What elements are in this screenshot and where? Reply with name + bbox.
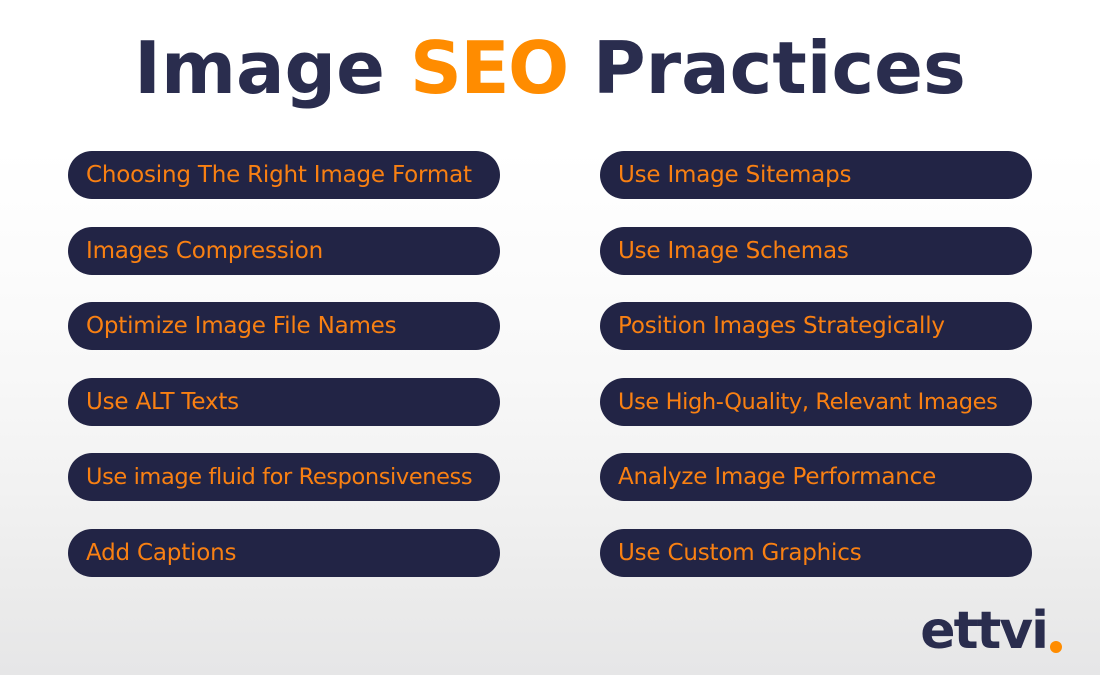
practice-item-label: Use image fluid for Responsiveness xyxy=(86,464,473,490)
practice-item-use-image-sitemaps[interactable]: Use Image Sitemaps xyxy=(600,151,1032,199)
practice-item-label: Use ALT Texts xyxy=(86,389,239,415)
practice-item-choosing-the-right-image-format[interactable]: Choosing The Right Image Format xyxy=(68,151,500,199)
practice-item-label: Images Compression xyxy=(86,238,323,264)
practice-item-analyze-image-performance[interactable]: Analyze Image Performance xyxy=(600,453,1032,501)
infographic-poster: Image SEO Practices Choosing The Right I… xyxy=(0,0,1100,675)
practice-item-label: Choosing The Right Image Format xyxy=(86,162,472,188)
practice-item-label: Use Image Sitemaps xyxy=(618,162,852,188)
page-title: Image SEO Practices xyxy=(0,24,1100,112)
practices-column-left: Choosing The Right Image Format Images C… xyxy=(68,151,500,581)
page-title-part-two: Practices xyxy=(567,26,966,110)
practice-item-add-captions[interactable]: Add Captions xyxy=(68,529,500,577)
practice-item-images-compression[interactable]: Images Compression xyxy=(68,227,500,275)
page-title-part-one: Image xyxy=(134,26,410,110)
practices-column-right: Use Image Sitemaps Use Image Schemas Pos… xyxy=(600,151,1032,581)
practice-item-label: Use High-Quality, Relevant Images xyxy=(618,389,998,415)
practice-item-position-images-strategically[interactable]: Position Images Strategically xyxy=(600,302,1032,350)
brand-logo-text: ettvi xyxy=(920,601,1049,661)
practice-item-use-image-fluid-for-responsiveness[interactable]: Use image fluid for Responsiveness xyxy=(68,453,500,501)
practice-item-use-alt-texts[interactable]: Use ALT Texts xyxy=(68,378,500,426)
brand-logo-dot-icon xyxy=(1050,641,1062,653)
practice-item-label: Add Captions xyxy=(86,540,237,566)
practice-item-use-high-quality-relevant-images[interactable]: Use High-Quality, Relevant Images xyxy=(600,378,1032,426)
practice-item-label: Analyze Image Performance xyxy=(618,464,937,490)
practice-item-label: Use Custom Graphics xyxy=(618,540,862,566)
page-title-text: Image SEO Practices xyxy=(0,24,1100,112)
practice-item-optimize-image-file-names[interactable]: Optimize Image File Names xyxy=(68,302,500,350)
practice-item-label: Optimize Image File Names xyxy=(86,313,397,339)
practice-item-label: Position Images Strategically xyxy=(618,313,945,339)
brand-logo[interactable]: ettvi xyxy=(920,605,1062,657)
practice-item-use-image-schemas[interactable]: Use Image Schemas xyxy=(600,227,1032,275)
page-title-highlight: SEO xyxy=(410,26,569,110)
practice-item-label: Use Image Schemas xyxy=(618,238,849,264)
practices-columns: Choosing The Right Image Format Images C… xyxy=(0,151,1100,581)
practice-item-use-custom-graphics[interactable]: Use Custom Graphics xyxy=(600,529,1032,577)
